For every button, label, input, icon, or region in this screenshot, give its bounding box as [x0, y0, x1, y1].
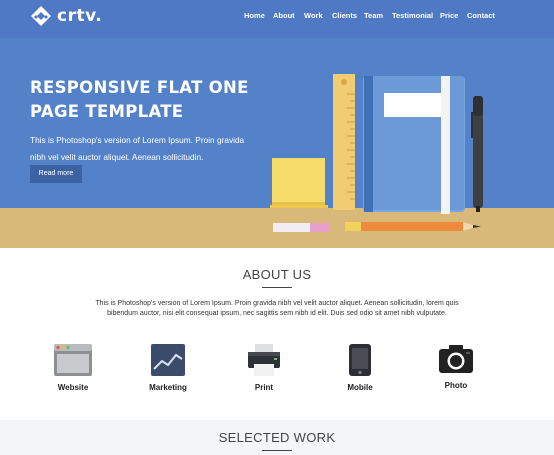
pencil-icon: [345, 222, 481, 231]
desk-illustration: [270, 74, 483, 232]
camera-icon: [439, 345, 473, 373]
read-more-button[interactable]: Read more: [30, 165, 82, 183]
line-chart-icon: [151, 344, 185, 376]
hero-text: This is Photoshop's version of Lorem Ips…: [30, 135, 245, 162]
service-label: Mobile: [347, 383, 373, 392]
printer-icon: [248, 344, 280, 376]
nav-testimonial[interactable]: Testimonial: [392, 11, 433, 20]
logo[interactable]: crtv.: [30, 5, 102, 27]
sticky-notes-icon: [270, 158, 328, 208]
eraser-icon: [273, 223, 330, 232]
browser-window-icon: [54, 344, 92, 376]
notebook-icon: [363, 76, 465, 214]
diamond-logo-icon: [31, 6, 51, 26]
nav-contact[interactable]: Contact: [467, 11, 495, 20]
about-title: ABOUT US: [242, 267, 312, 282]
service-website[interactable]: Website: [33, 343, 113, 392]
nav-team[interactable]: Team: [364, 11, 383, 20]
service-label: Website: [57, 383, 89, 392]
about-title-divider: [262, 287, 292, 288]
hero-title: RESPONSIVE FLAT ONE PAGE TEMPLATE: [30, 78, 249, 121]
service-label: Marketing: [149, 383, 187, 392]
nav-home[interactable]: Home: [244, 11, 265, 20]
about-text: This is Photoshop's version of Lorem Ips…: [95, 300, 459, 317]
service-marketing[interactable]: Marketing: [128, 343, 208, 392]
service-label: Photo: [444, 381, 468, 390]
service-photo[interactable]: Photo: [416, 343, 496, 390]
service-mobile[interactable]: Mobile: [320, 343, 400, 392]
mobile-phone-icon: [349, 344, 371, 376]
nav-work[interactable]: Work: [304, 11, 323, 20]
site-header: crtv. Home About Work Clients Team Testi…: [0, 0, 554, 38]
nav-about[interactable]: About: [273, 11, 295, 20]
selected-work-divider: [262, 450, 292, 451]
ruler-icon: [333, 74, 355, 210]
nav-clients[interactable]: Clients: [332, 11, 357, 20]
nav-price[interactable]: Price: [440, 11, 458, 20]
brand-name: crtv.: [57, 6, 103, 26]
service-label: Print: [254, 383, 274, 392]
service-print[interactable]: Print: [224, 343, 304, 392]
selected-work-title: SELECTED WORK: [218, 430, 336, 445]
pen-icon: [471, 96, 483, 212]
